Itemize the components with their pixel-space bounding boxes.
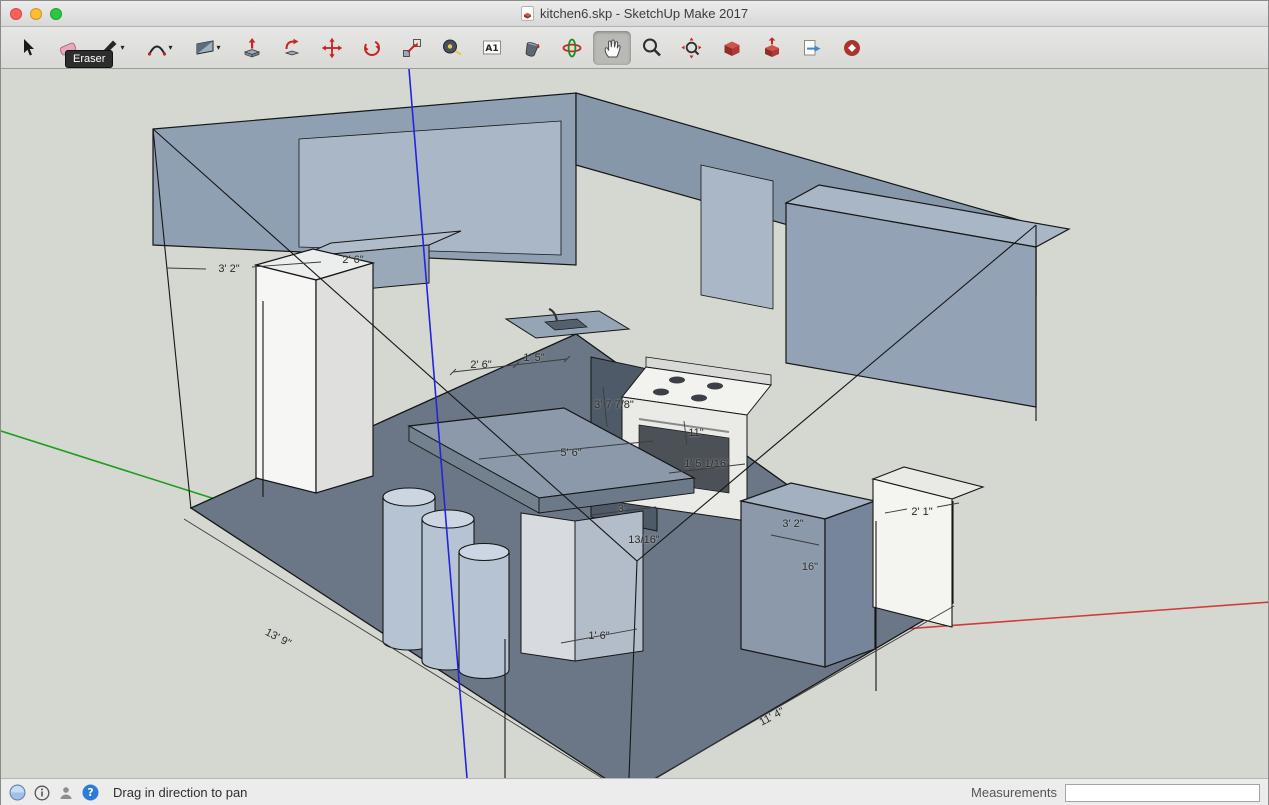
tall-cabinet[interactable] — [253, 248, 376, 494]
dimension-label[interactable]: 3' 7 7/8" — [594, 399, 634, 411]
rotate-tool[interactable] — [353, 31, 391, 65]
paint-bucket-icon — [525, 41, 540, 57]
send-to-layout-tool[interactable] — [793, 31, 831, 65]
measurements-label: Measurements — [971, 785, 1057, 800]
zoom-window-button[interactable] — [50, 7, 62, 20]
dimension-label[interactable]: 1' 6" — [588, 630, 609, 642]
line-dropdown-caret[interactable]: ▾ — [120, 43, 124, 52]
account-icon[interactable] — [58, 785, 74, 801]
scale-icon — [403, 38, 421, 57]
zoom-extents-tool[interactable] — [673, 31, 711, 65]
select-icon — [24, 38, 34, 55]
orbit-tool[interactable] — [553, 31, 591, 65]
paint-bucket-tool[interactable] — [513, 31, 551, 65]
extension-warehouse-icon — [844, 39, 860, 56]
help-icon[interactable]: ? — [82, 784, 99, 801]
minimize-button[interactable] — [30, 7, 42, 20]
measurements-input[interactable] — [1065, 783, 1260, 802]
get-models-tool[interactable] — [713, 31, 751, 65]
info-icon[interactable] — [34, 785, 50, 801]
dimension-label[interactable]: 11" — [688, 427, 703, 439]
title-area: kitchen6.skp - SketchUp Make 2017 — [1, 6, 1268, 21]
zoom-icon — [643, 38, 661, 56]
statusbar: ? Drag in direction to pan Measurements — [1, 778, 1268, 805]
traffic-lights — [10, 7, 62, 20]
dimension-label[interactable]: 16" — [802, 561, 818, 573]
geolocation-icon[interactable] — [9, 784, 26, 801]
dimension-label[interactable]: 1' 5" — [523, 352, 544, 364]
svg-text:?: ? — [87, 787, 93, 799]
pan-icon — [604, 39, 621, 57]
arc-tool[interactable]: ▾ — [137, 31, 183, 65]
push-pull-tool[interactable] — [233, 31, 271, 65]
text-tool[interactable]: A1 — [473, 31, 511, 65]
dimension-label[interactable]: 2' 6" — [342, 254, 363, 266]
select-tool[interactable] — [9, 31, 47, 65]
move-tool[interactable] — [313, 31, 351, 65]
text-icon: A1 — [483, 40, 501, 54]
arc-dropdown-caret[interactable]: ▾ — [168, 43, 172, 52]
zoom-tool[interactable] — [633, 31, 671, 65]
shapes-icon — [196, 39, 214, 55]
status-hint: Drag in direction to pan — [113, 785, 248, 800]
model-canvas — [1, 69, 1268, 778]
close-button[interactable] — [10, 7, 22, 20]
dimension-label[interactable]: 3' 2" — [218, 263, 239, 275]
extension-warehouse-tool[interactable] — [833, 31, 871, 65]
sketchup-window: kitchen6.skp - SketchUp Make 2017 ▾ ▾ ▾ … — [0, 0, 1269, 805]
scale-tool[interactable] — [393, 31, 431, 65]
pan-tool[interactable] — [593, 30, 631, 65]
dimension-label[interactable]: 13/16" — [628, 534, 659, 546]
shapes-tool[interactable]: ▾ — [185, 31, 231, 65]
orbit-icon — [562, 38, 582, 57]
share-model-icon — [765, 36, 779, 57]
dimension-label[interactable]: 3' — [618, 503, 626, 515]
dimension-label[interactable]: 2' 1" — [911, 506, 932, 518]
dimension-label[interactable]: 2' 6" — [470, 359, 491, 371]
lower-cabinets-right[interactable] — [738, 482, 878, 668]
shapes-dropdown-caret[interactable]: ▾ — [216, 43, 220, 52]
dimension-label[interactable]: 1' 5 1/16" — [684, 458, 730, 470]
share-model-tool[interactable] — [753, 31, 791, 65]
dimension-label[interactable]: 5' 6" — [560, 447, 581, 459]
follow-me-tool[interactable] — [273, 31, 311, 65]
toolbar: ▾ ▾ ▾ A1 — [1, 27, 1268, 69]
dimension-label[interactable]: 3' 2" — [782, 518, 803, 530]
tape-measure-icon — [443, 39, 462, 55]
zoom-extents-icon — [681, 37, 702, 58]
viewport-3d[interactable]: 3' 2" 2' 6" 2' 6" 1' 5" 3' 7 7/8" 11" 1'… — [1, 69, 1268, 778]
tape-measure-tool[interactable] — [433, 31, 471, 65]
titlebar: kitchen6.skp - SketchUp Make 2017 — [1, 1, 1268, 27]
arc-icon — [148, 45, 167, 56]
push-pull-icon — [243, 37, 261, 57]
eraser-tooltip: Eraser — [65, 50, 114, 68]
send-to-layout-icon — [804, 39, 821, 55]
document-icon — [520, 6, 534, 21]
svg-text:A1: A1 — [485, 44, 498, 54]
get-models-icon — [724, 41, 740, 56]
move-icon — [321, 37, 343, 58]
rotate-icon — [364, 39, 380, 56]
follow-me-icon — [284, 38, 300, 55]
window-title: kitchen6.skp - SketchUp Make 2017 — [539, 6, 749, 21]
